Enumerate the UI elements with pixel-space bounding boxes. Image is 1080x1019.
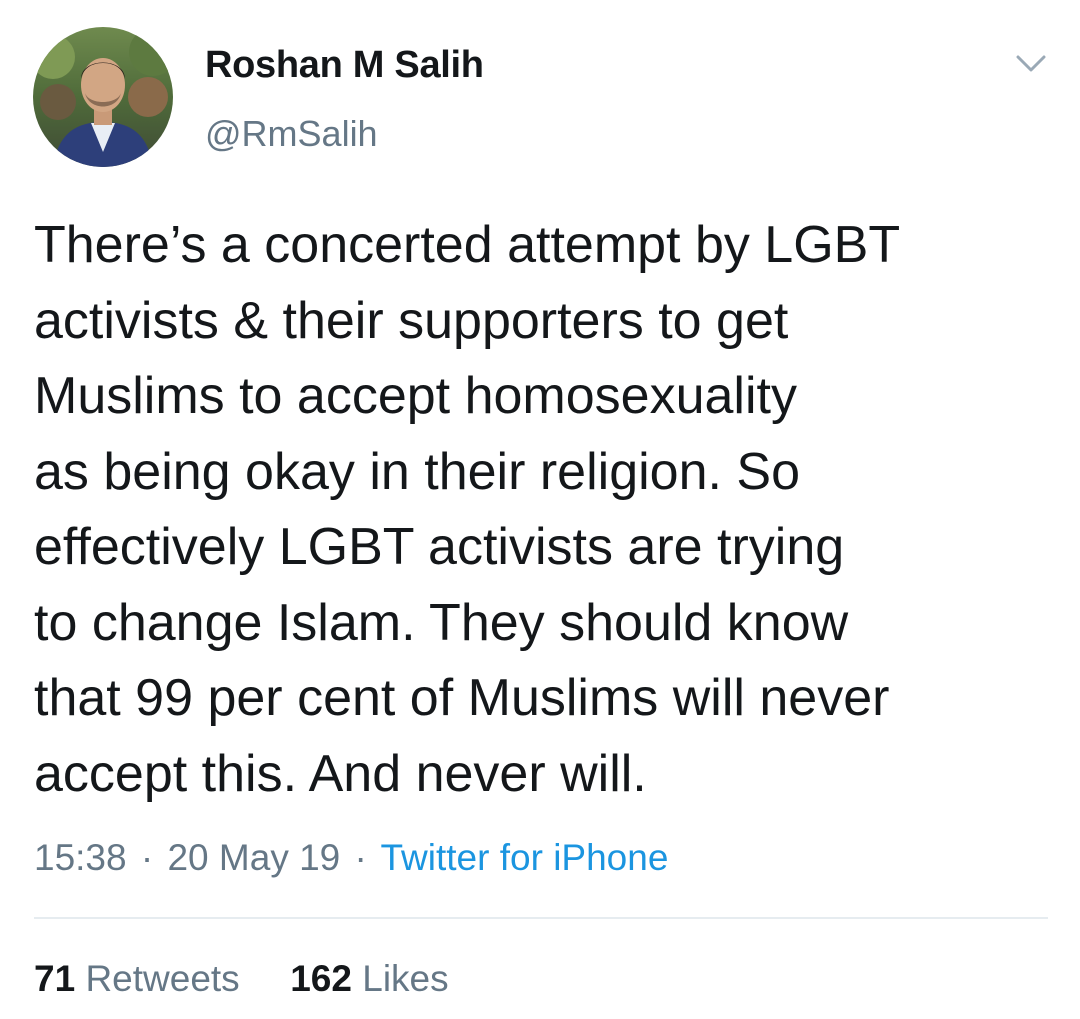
tweet-text-line: There’s a concerted attempt by LGBT: [34, 216, 901, 274]
tweet-text-line: as being okay in their religion. So: [34, 442, 801, 501]
likes-label: Likes: [362, 958, 449, 999]
divider: [34, 917, 1048, 919]
tweet-text-line: to change Islam. They should know: [34, 593, 849, 652]
tweet-card: Roshan M Salih @RmSalih There’s a concer…: [0, 0, 1080, 1019]
tweet-stats: 71 Retweets 162 Likes: [34, 958, 449, 1000]
retweets-label: Retweets: [85, 958, 240, 999]
tweet-text-line: accept this. And never will.: [34, 744, 647, 803]
tweet-source-link[interactable]: Twitter for iPhone: [381, 837, 669, 878]
retweets-stat[interactable]: 71 Retweets: [34, 958, 250, 999]
tweet-text-line: Muslims to accept homosexuality: [34, 367, 797, 425]
author-handle[interactable]: @RmSalih: [205, 113, 378, 155]
tweet-text: There’s a concerted attempt by LGBT acti…: [34, 208, 1054, 812]
likes-stat[interactable]: 162 Likes: [290, 958, 448, 999]
tweet-text-line: effectively LGBT activists are trying: [34, 518, 845, 576]
meta-separator: ·: [354, 837, 367, 878]
likes-count: 162: [290, 958, 352, 999]
chevron-down-icon[interactable]: [1014, 52, 1048, 76]
author-display-name[interactable]: Roshan M Salih: [205, 44, 484, 87]
meta-separator: ·: [140, 837, 154, 878]
tweet-meta: 15:38 · 20 May 19 · Twitter for iPhone: [34, 837, 668, 879]
tweet-text-line: that 99 per cent of Muslims will never: [34, 669, 890, 727]
tweet-time[interactable]: 15:38: [34, 837, 127, 878]
retweets-count: 71: [34, 958, 76, 999]
profile-photo-icon: [33, 27, 173, 167]
tweet-date[interactable]: 20 May 19: [167, 837, 340, 878]
tweet-text-line: activists & their supporters to get: [34, 291, 789, 350]
avatar[interactable]: [33, 27, 173, 167]
